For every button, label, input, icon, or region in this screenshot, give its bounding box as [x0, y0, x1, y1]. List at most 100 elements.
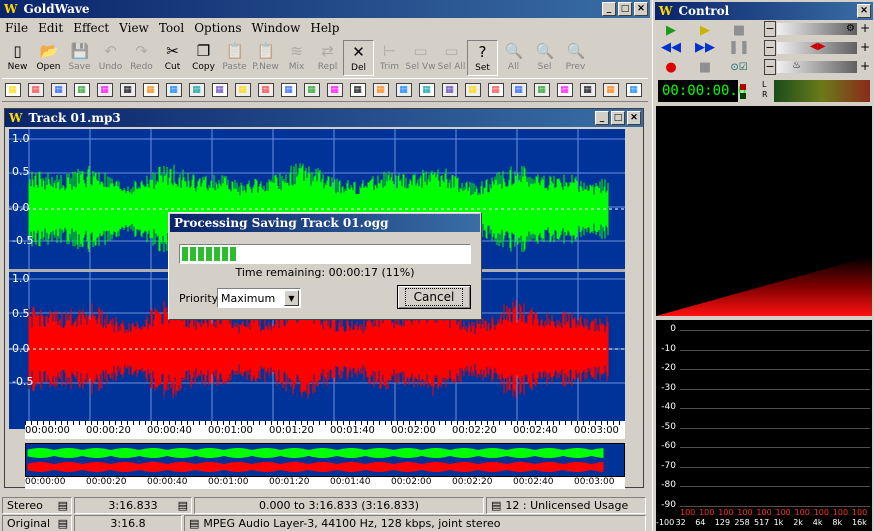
hz-icon[interactable]: ▦: [600, 80, 621, 100]
balance-slider[interactable]: − ◀▶ +: [764, 40, 872, 56]
record-stop-icon[interactable]: ■: [690, 58, 720, 76]
fast-forward-icon[interactable]: ▶▶: [690, 38, 720, 56]
color-bars-icon[interactable]: ▦: [301, 80, 322, 100]
set-button[interactable]: ? Set: [467, 40, 498, 76]
bars-icon[interactable]: ▦: [255, 80, 276, 100]
speed-plus-button[interactable]: +: [859, 59, 871, 75]
speed-slider[interactable]: − ♨ +: [764, 59, 872, 75]
channel-swap-icon[interactable]: ▦: [25, 80, 46, 100]
equalizer-icon[interactable]: ▦: [140, 80, 161, 100]
circle-icon[interactable]: ▦: [462, 80, 483, 100]
ring-icon[interactable]: ▦: [531, 80, 552, 100]
rewind-icon[interactable]: ◀◀: [656, 38, 686, 56]
control-close-icon[interactable]: ✕: [857, 4, 871, 18]
menu-options[interactable]: Options: [189, 21, 246, 35]
status-row-2: Original ▤ 3:16.8 ▤ MPEG Audio Layer-3, 44…: [0, 514, 650, 531]
maximize-icon[interactable]: □: [618, 2, 632, 16]
gate-icon[interactable]: ▦: [577, 80, 598, 100]
del-button[interactable]: ✕ Del: [343, 40, 374, 76]
reverse-icon[interactable]: ▦: [232, 80, 253, 100]
repl-button[interactable]: ⇄ Repl: [312, 40, 343, 76]
invert-icon[interactable]: ▦: [48, 80, 69, 100]
monitor-icon[interactable]: ⊙☑: [724, 58, 754, 76]
fade-icon[interactable]: ▦: [393, 80, 414, 100]
control-title: Control: [678, 4, 730, 18]
time-grid-icon[interactable]: ▦: [209, 80, 230, 100]
balance-plus-button[interactable]: +: [859, 40, 871, 56]
freq-icon[interactable]: ▦: [623, 80, 644, 100]
sel-button[interactable]: 🔍 Sel: [529, 40, 560, 76]
menu-file[interactable]: File: [0, 21, 33, 35]
volume-minus-button[interactable]: −: [764, 21, 776, 37]
play-icon[interactable]: ▶: [656, 21, 686, 39]
overview-tick-label: 00:02:40: [513, 477, 554, 487]
status-channels: Stereo ▤: [2, 496, 72, 514]
close-icon[interactable]: ✕: [634, 2, 648, 16]
loop-icon[interactable]: ▦: [117, 80, 138, 100]
flatten-icon[interactable]: ▦: [94, 80, 115, 100]
color-grid-icon[interactable]: ▦: [278, 80, 299, 100]
all-button[interactable]: 🔍 All: [498, 40, 529, 76]
db-grid-line: [680, 330, 870, 331]
timeline-ruler[interactable]: 00:00:00 00:00:20 00:00:40 00:01:00 00:01:20…: [25, 421, 625, 439]
filter-icon[interactable]: ▦: [416, 80, 437, 100]
save-button[interactable]: 💾 Save: [64, 40, 95, 76]
doppler-icon[interactable]: ▦: [508, 80, 529, 100]
trim-button[interactable]: ⊢ Trim: [374, 40, 405, 76]
menu-view[interactable]: View: [114, 21, 154, 35]
track-close-icon[interactable]: ✕: [627, 111, 641, 125]
track-minimize-icon[interactable]: _: [595, 111, 609, 125]
control-titlebar: W Control ✕: [655, 2, 873, 20]
expand-icon[interactable]: ▦: [71, 80, 92, 100]
sel-all-button[interactable]: ▭ Sel All: [436, 40, 467, 76]
cut-button[interactable]: ✂ Cut: [157, 40, 188, 76]
volume-plus-button[interactable]: +: [859, 21, 871, 37]
open-button[interactable]: 📂 Open: [33, 40, 64, 76]
open-folder-icon: 📂: [39, 42, 59, 60]
sel-vw-button[interactable]: ▭ Sel Vw: [405, 40, 436, 76]
priority-select[interactable]: Maximum ▼: [217, 288, 301, 308]
p-new-button[interactable]: 📋 P.New: [250, 40, 281, 76]
db-grid-line: [680, 349, 870, 351]
menu-edit[interactable]: Edit: [33, 21, 68, 35]
crossfade-icon[interactable]: ▦: [370, 80, 391, 100]
overview-waveform[interactable]: [25, 443, 625, 477]
set-marker-icon: ?: [478, 43, 487, 61]
toolbar-button-label: Paste: [222, 62, 247, 72]
speed-minus-button[interactable]: −: [764, 59, 776, 75]
volume-slider[interactable]: − ⚙ +: [764, 21, 872, 37]
progress-segment: [214, 247, 220, 261]
menu-tool[interactable]: Tool: [154, 21, 189, 35]
db-scale-label: -10: [661, 343, 676, 354]
minimize-icon[interactable]: _: [602, 2, 616, 16]
menu-help[interactable]: Help: [305, 21, 344, 35]
copy-button[interactable]: ❐ Copy: [188, 40, 219, 76]
overview-tick-label: 00:00:40: [147, 477, 188, 487]
track-maximize-icon[interactable]: □: [611, 111, 625, 125]
noise-icon[interactable]: ▦: [163, 80, 184, 100]
channel-select-icon[interactable]: ▦: [2, 80, 23, 100]
menu-effect[interactable]: Effect: [68, 21, 114, 35]
speed-icon[interactable]: ▦: [485, 80, 506, 100]
pause-icon[interactable]: ❚❚: [724, 38, 754, 56]
status-range: 0.000 to 3:16.833 (3:16.833): [194, 496, 484, 514]
paste-button[interactable]: 📋 Paste: [219, 40, 250, 76]
spectrum-grid-icon[interactable]: ▦: [186, 80, 207, 100]
chevron-down-icon[interactable]: ▼: [284, 290, 299, 306]
stop-icon[interactable]: ■: [724, 21, 754, 39]
undo-button[interactable]: ↶ Undo: [95, 40, 126, 76]
cancel-button[interactable]: Cancel: [397, 285, 471, 309]
new-button[interactable]: ▯ New: [2, 40, 33, 76]
status-cell-icon: ▤: [57, 498, 68, 512]
menu-window[interactable]: Window: [246, 21, 305, 35]
record-icon[interactable]: ●: [656, 58, 686, 76]
palette-icon[interactable]: ▦: [347, 80, 368, 100]
eye-icon[interactable]: ▦: [324, 80, 345, 100]
redo-button[interactable]: ↷ Redo: [126, 40, 157, 76]
pitch-icon[interactable]: ▦: [439, 80, 460, 100]
bang-icon[interactable]: ▦: [554, 80, 575, 100]
play-selection-icon[interactable]: ▶: [690, 21, 720, 39]
balance-minus-button[interactable]: −: [764, 40, 776, 56]
prev-button[interactable]: 🔍 Prev: [560, 40, 591, 76]
mix-button[interactable]: ≋ Mix: [281, 40, 312, 76]
